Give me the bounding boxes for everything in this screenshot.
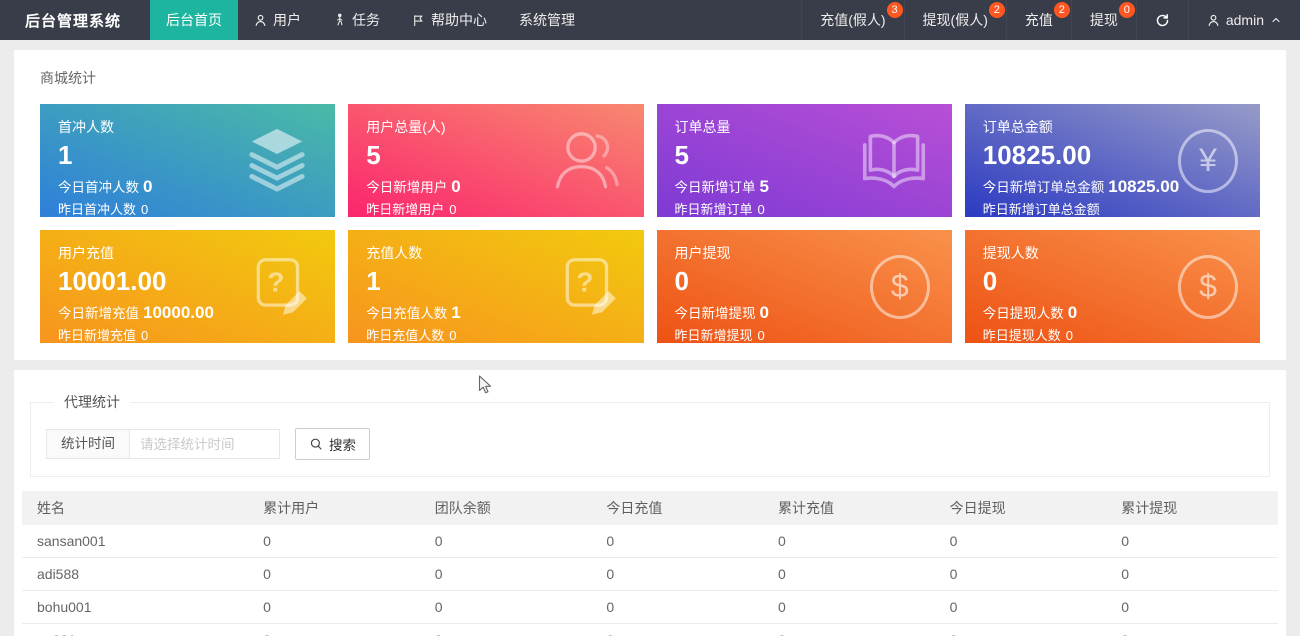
stat-card-user-withdraw: 用户提现 0 今日新增提现0 昨日新增提现0 $ [657,230,952,343]
search-button[interactable]: 搜索 [295,428,370,460]
admin-user-icon [1207,14,1220,27]
stat-time-label: 统计时间 [46,429,130,459]
stat-time-input[interactable] [130,429,280,459]
stat-cards-grid: 首冲人数 1 今日首冲人数0 昨日首冲人数0 用户总量(人) 5 今日新增用户0… [26,104,1274,343]
dollar-coin-icon: $ [1178,255,1238,319]
col-header-today-withdraw: 今日提现 [935,491,1107,525]
username: admin [1226,12,1264,28]
nav-item-system-mgmt-label: 帮助中心 [431,10,487,30]
stat-card-withdraw-users: 提现人数 0 今日提现人数0 昨日提现人数0 $ [965,230,1260,343]
withdraw-fake-badge: 2 [989,2,1005,18]
col-header-total-users: 累计用户 [248,491,420,525]
walking-person-icon [333,13,346,27]
col-header-total-withdraw: 累计提现 [1106,491,1278,525]
yuan-coin-icon: ¥ [1178,129,1238,193]
refresh-icon [1155,13,1170,28]
chevron-up-icon [1270,14,1282,26]
user-icon [254,14,267,27]
flag-icon [412,14,425,27]
agent-stats-table: 姓名 累计用户 团队余额 今日充值 累计充值 今日提现 累计提现 sansan0… [22,491,1278,636]
nav-item-users-label: 用户 [273,10,301,30]
main-menu: 后台首页 用户 任务 帮助中心 系统管理 [150,0,591,40]
col-header-team-balance: 团队余额 [420,491,592,525]
nav-item-recharge-fake[interactable]: 充值(假人) 3 [801,0,903,40]
search-icon [309,437,323,451]
nav-item-system-management[interactable]: 系统管理 [503,0,591,40]
recharge-fake-badge: 3 [887,2,903,18]
nav-item-tasks-label: 任务 [352,10,380,30]
nav-item-home-label: 后台首页 [166,10,222,30]
col-header-name: 姓名 [22,491,248,525]
col-header-today-recharge: 今日充值 [591,491,763,525]
app-title: 后台管理系统 [0,0,150,40]
table-row: bohu001 0 0 0 0 0 0 [22,591,1278,624]
filter-row: 统计时间 搜索 [46,428,1254,460]
stat-card-total-orders: 订单总量 5 今日新增订单5 昨日新增订单0 [657,104,952,217]
stat-card-recharge-users: 充值人数 1 今日充值人数1 昨日充值人数0 ? [348,230,643,343]
nav-item-recharge[interactable]: 充值 2 [1006,0,1071,40]
table-row: sansan001 0 0 0 0 0 0 [22,525,1278,558]
nav-item-home[interactable]: 后台首页 [150,0,238,40]
open-book-icon [858,126,930,195]
top-navbar: 后台管理系统 后台首页 用户 任务 帮助中心 系统管理 充 [0,0,1300,40]
withdraw-badge: 0 [1119,2,1135,18]
col-header-total-recharge: 累计充值 [763,491,935,525]
layers-icon [241,124,313,197]
mall-stats-panel: 商城统计 首冲人数 1 今日首冲人数0 昨日首冲人数0 用户总量(人) 5 今日… [14,50,1286,360]
nav-item-withdraw-fake[interactable]: 提现(假人) 2 [904,0,1006,40]
edit-doc-icon: ? [556,252,622,321]
edit-doc-icon: ? [247,252,313,321]
table-row: au001 0 0 0 0 0 0 [22,624,1278,636]
svg-text:?: ? [576,266,593,297]
svg-text:?: ? [268,266,285,297]
nav-item-help-center[interactable]: 帮助中心 [396,0,503,40]
users-icon [552,124,622,197]
stat-card-user-recharge: 用户充值 10001.00 今日新增充值10000.00 昨日新增充值0 ? [40,230,335,343]
refresh-button[interactable] [1136,0,1188,40]
mall-stats-title: 商城统计 [26,64,1274,104]
table-row: adi588 0 0 0 0 0 0 [22,558,1278,591]
navbar-right-actions: 充值(假人) 3 提现(假人) 2 充值 2 提现 0 admin [801,0,1300,40]
agent-stats-title: 代理统计 [54,392,130,412]
table-header-row: 姓名 累计用户 团队余额 今日充值 累计充值 今日提现 累计提现 [22,491,1278,525]
nav-item-withdraw[interactable]: 提现 0 [1071,0,1136,40]
recharge-badge: 2 [1054,2,1070,18]
stat-card-total-users: 用户总量(人) 5 今日新增用户0 昨日新增用户0 [348,104,643,217]
user-menu[interactable]: admin [1188,0,1300,40]
agent-stats-fieldset: 代理统计 统计时间 搜索 [30,392,1270,477]
stat-card-first-recharge-users: 首冲人数 1 今日首冲人数0 昨日首冲人数0 [40,104,335,217]
dollar-coin-icon: $ [870,255,930,319]
stat-card-total-order-amount: 订单总金额 10825.00 今日新增订单总金额10825.00 昨日新增订单总… [965,104,1260,217]
agent-stats-panel: 代理统计 统计时间 搜索 姓名 累计用户 团队余额 今日充值 累计充值 今日提现… [14,370,1286,636]
nav-item-tasks[interactable]: 任务 [317,0,396,40]
search-button-label: 搜索 [329,434,356,454]
nav-item-users[interactable]: 用户 [238,0,317,40]
